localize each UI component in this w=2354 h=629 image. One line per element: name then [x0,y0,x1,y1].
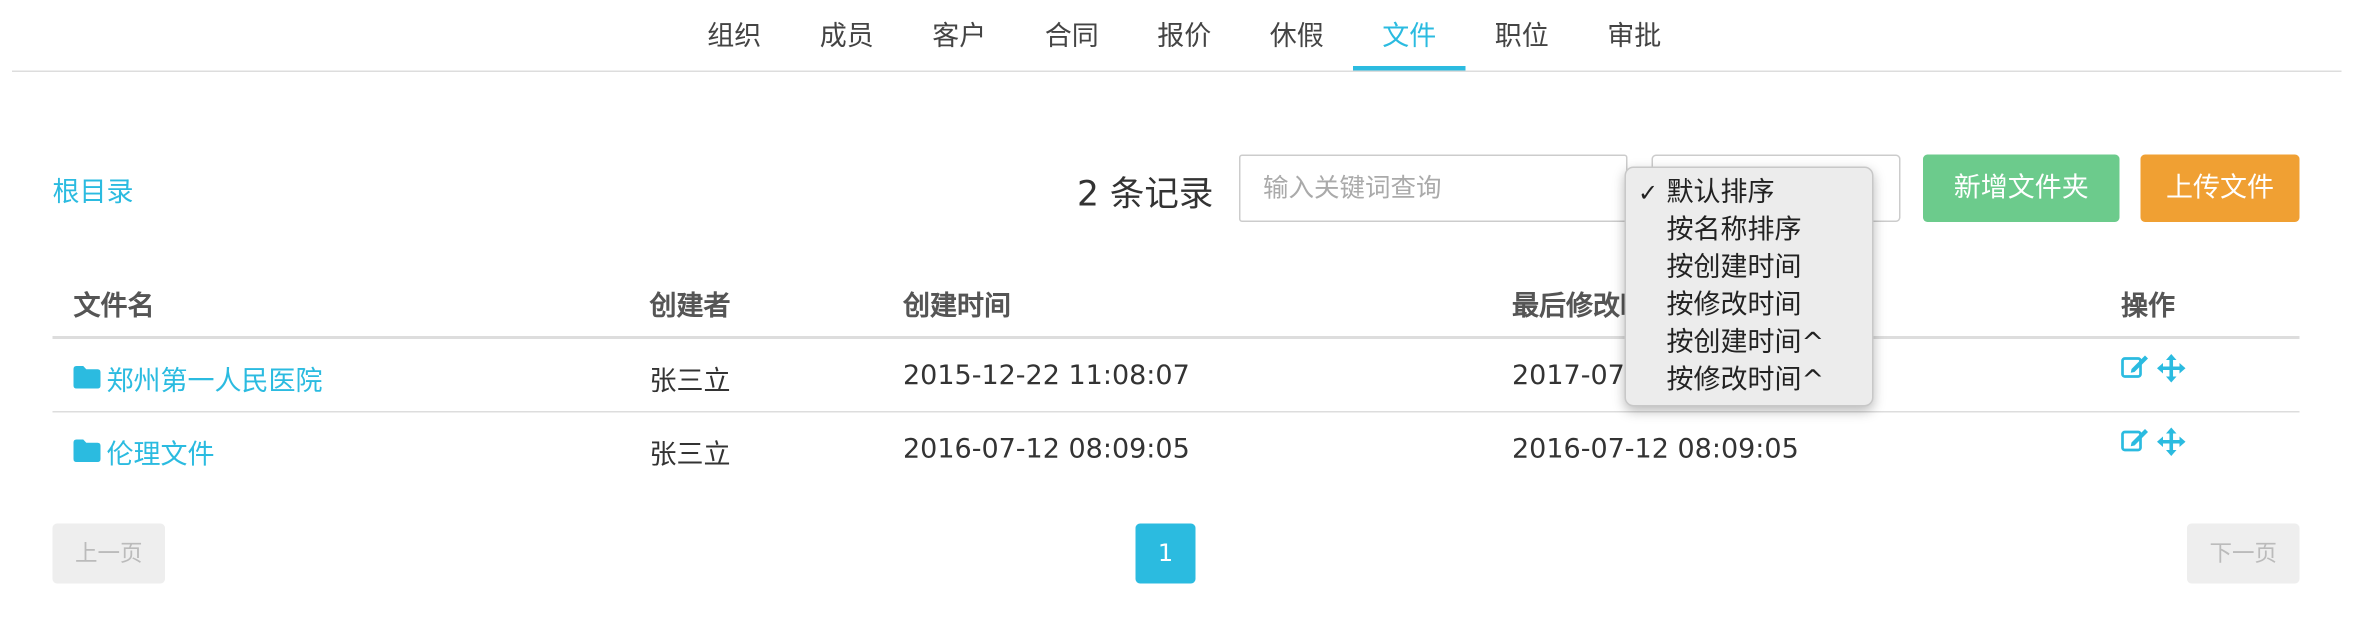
search-input[interactable] [1239,154,1628,222]
sort-option-label: 默认排序 [1666,177,1775,209]
tab-members[interactable]: 成员 [791,0,904,71]
created-time-cell: 2015-12-22 11:08:07 [903,360,1190,392]
header-creator: 创建者 [649,291,731,323]
tab-approval[interactable]: 审批 [1578,0,1691,71]
header-filename: 文件名 [73,291,155,323]
tab-bar: 组织 成员 客户 合同 报价 休假 文件 职位 审批 [678,0,1691,71]
prev-page-button[interactable]: 上一页 [52,523,165,584]
tab-leave[interactable]: 休假 [1241,0,1354,71]
record-count: 2 条记录 [1077,165,1213,216]
edit-icon[interactable] [2121,354,2150,390]
page-number-button[interactable]: 1 [1135,523,1196,584]
file-name-link[interactable]: 伦理文件 [107,434,215,473]
tab-customers[interactable]: 客户 [903,0,1016,71]
sort-option-by-created-asc[interactable]: 按创建时间^ [1626,324,1872,362]
sort-option-by-name[interactable]: 按名称排序 [1626,212,1872,250]
tab-quotes[interactable]: 报价 [1128,0,1241,71]
edit-icon[interactable] [2121,428,2150,464]
creator-cell: 张三立 [649,366,731,398]
table-row: 伦理文件 张三立 2016-07-12 08:09:05 2016-07-12 … [53,413,2300,485]
tab-files[interactable]: 文件 [1353,0,1466,71]
header-created-time: 创建时间 [903,291,1011,323]
table-row: 郑州第一人民医院 张三立 2015-12-22 11:08:07 2017-07… [52,339,2300,413]
tab-positions[interactable]: 职位 [1466,0,1579,71]
file-manager-page: 组织 成员 客户 合同 报价 休假 文件 职位 审批 根目录 2 条记录 新增文… [0,0,2354,629]
sort-option-by-modified[interactable]: 按修改时间 [1626,287,1872,325]
row-actions [2121,427,2186,464]
row-actions [2121,354,2186,390]
move-icon[interactable] [2157,427,2186,464]
file-name-link[interactable]: 郑州第一人民医院 [107,360,323,399]
header-actions: 操作 [2121,291,2175,323]
upload-file-button[interactable]: 上传文件 [2140,154,2300,222]
record-count-suffix: 条记录 [1109,175,1214,215]
folder-icon [73,437,101,469]
modified-time-cell: 2016-07-12 08:09:05 [1512,433,1799,466]
tab-contracts[interactable]: 合同 [1016,0,1129,71]
creator-cell: 张三立 [649,439,731,472]
sort-dropdown-menu: ✓ 默认排序 按名称排序 按创建时间 按修改时间 按创建时间^ 按修改时间^ [1624,166,1874,407]
top-nav: 组织 成员 客户 合同 报价 休假 文件 职位 审批 [12,0,2342,72]
file-table: 文件名 创建者 创建时间 最后修改时间 操作 郑州第一人民医院 张三立 2015… [52,267,2300,485]
check-icon: ✓ [1638,178,1659,208]
file-name-cell[interactable]: 郑州第一人民医院 [73,360,323,399]
move-icon[interactable] [2157,354,2186,390]
breadcrumb-root[interactable]: 根目录 [53,171,134,210]
sort-option-default[interactable]: ✓ 默认排序 [1626,174,1872,212]
sort-option-by-created[interactable]: 按创建时间 [1626,249,1872,287]
sort-option-by-modified-asc[interactable]: 按修改时间^ [1626,362,1872,400]
tab-organization[interactable]: 组织 [678,0,791,71]
next-page-button[interactable]: 下一页 [2187,523,2300,584]
new-folder-button[interactable]: 新增文件夹 [1923,154,2120,222]
modified-time-cell: 2017-07- [1512,360,1635,392]
folder-icon [73,364,101,396]
created-time-cell: 2016-07-12 08:09:05 [903,433,1190,466]
record-count-number: 2 [1077,175,1099,215]
table-header: 文件名 创建者 创建时间 最后修改时间 操作 [52,267,2300,339]
file-name-cell[interactable]: 伦理文件 [73,434,215,473]
